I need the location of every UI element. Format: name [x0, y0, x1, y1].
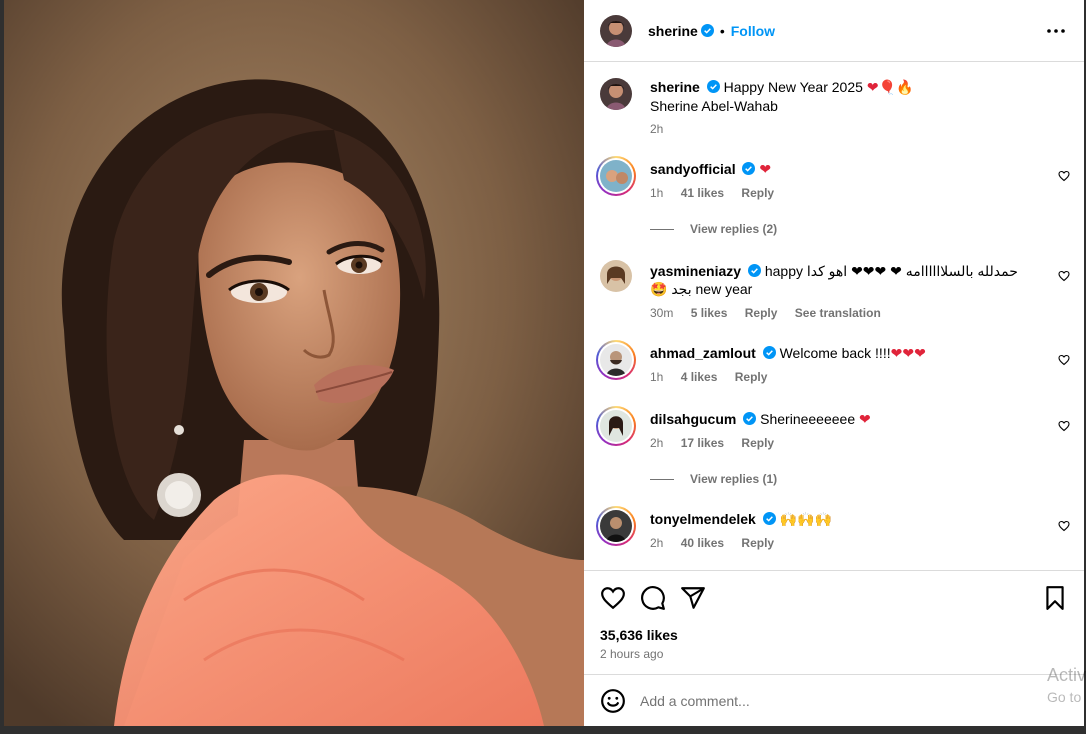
reply-button[interactable]: Reply — [741, 186, 774, 200]
comment-username[interactable]: dilsahgucum — [650, 411, 736, 427]
comment-item: tonyelmendelek 🙌🙌🙌 2h 40 likes Reply — [596, 506, 1084, 550]
reply-button[interactable]: Reply — [745, 306, 778, 320]
comment-avatar[interactable] — [596, 340, 636, 380]
comment-username[interactable]: tonyelmendelek — [650, 511, 756, 527]
like-heart-icon[interactable] — [600, 585, 626, 611]
comment-item: yasmineniazy happy حمدلله بالسلاااااامه … — [600, 260, 1084, 320]
avatar-image — [600, 410, 632, 442]
comment-username[interactable]: yasmineniazy — [650, 263, 741, 279]
comments-list[interactable]: sherine Happy New Year 2025 ❤🎈🔥 Sherine … — [584, 62, 1084, 570]
verified-badge-icon — [706, 80, 720, 93]
portrait-illustration — [4, 0, 584, 726]
verified-badge-icon — [747, 264, 761, 277]
caption-text: Happy New Year 2025 — [723, 79, 863, 95]
comment-bubble-icon[interactable] — [640, 585, 666, 611]
comment-time: 2h — [650, 436, 664, 450]
comment-likes[interactable]: 4 likes — [681, 370, 718, 384]
comment-time: 30m — [650, 306, 674, 320]
comment-time: 1h — [650, 186, 664, 200]
caption-time: 2h — [650, 122, 664, 136]
comment-likes[interactable]: 17 likes — [681, 436, 724, 450]
comment-username[interactable]: ahmad_zamlout — [650, 345, 756, 361]
comment-text: Sherineeeeeee — [760, 411, 856, 427]
avatar-image — [600, 510, 632, 542]
verified-badge-icon — [743, 412, 757, 425]
comment-avatar[interactable] — [596, 406, 636, 446]
post-header: sherine • Follow — [584, 0, 1084, 62]
comment-emoji: ❤ — [859, 412, 871, 428]
follow-button[interactable]: Follow — [731, 23, 775, 39]
verified-badge-icon — [742, 162, 756, 175]
comment-time: 2h — [650, 536, 664, 550]
windows-activation-watermark: Activ Go to — [1047, 664, 1086, 708]
verified-badge-icon — [762, 346, 776, 359]
comment-avatar[interactable] — [600, 260, 632, 292]
avatar-image — [600, 260, 632, 292]
like-comment-heart-icon[interactable] — [1058, 170, 1070, 182]
post-likes-count[interactable]: 35,636 likes — [600, 627, 678, 643]
comment-likes[interactable]: 40 likes — [681, 536, 724, 550]
comment-emoji: ❤ — [759, 162, 772, 178]
reply-button[interactable]: Reply — [735, 370, 768, 384]
like-comment-heart-icon[interactable] — [1058, 270, 1070, 282]
like-comment-heart-icon[interactable] — [1058, 520, 1070, 532]
more-options-icon[interactable] — [1044, 22, 1068, 40]
post-photo[interactable] — [4, 0, 584, 726]
separator-dot: • — [719, 22, 725, 39]
comment-text-ar: حمدلله بالسلاااااامه ❤ ❤❤❤ اهو كدا — [806, 263, 1018, 279]
comment-avatar[interactable] — [596, 506, 636, 546]
like-comment-heart-icon[interactable] — [1058, 420, 1070, 432]
post-actions-bar: 35,636 likes 2 hours ago — [584, 570, 1084, 674]
caption-line2: Sherine Abel-Wahab — [650, 98, 778, 114]
comment-emoji: 🙌🙌🙌 — [779, 512, 832, 528]
avatar[interactable] — [600, 14, 632, 47]
caption-username[interactable]: sherine — [650, 79, 700, 95]
comment-item: sandyofficial ❤ 1h 41 likes Reply — [596, 156, 1084, 200]
reply-button[interactable]: Reply — [741, 536, 774, 550]
save-bookmark-icon[interactable] — [1042, 585, 1068, 611]
watermark-line2: Go to — [1046, 689, 1082, 705]
caption-emojis: ❤🎈🔥 — [866, 80, 914, 96]
reply-button[interactable]: Reply — [741, 436, 774, 450]
emoji-smiley-icon[interactable] — [600, 688, 626, 714]
comment-item: ahmad_zamlout Welcome back !!!!❤❤❤ 1h 4 … — [596, 340, 1084, 384]
post-caption: sherine Happy New Year 2025 ❤🎈🔥 Sherine … — [600, 78, 1084, 138]
add-comment-input[interactable] — [640, 692, 1020, 709]
comment-text-line2: new year — [695, 281, 753, 297]
post-author-username[interactable]: sherine — [648, 23, 698, 39]
avatar-image — [600, 344, 632, 376]
caption-avatar[interactable] — [600, 78, 632, 110]
comment-text-en: happy — [764, 263, 803, 279]
like-comment-heart-icon[interactable] — [1058, 354, 1070, 366]
comment-time: 1h — [650, 370, 664, 384]
comment-avatar[interactable] — [596, 156, 636, 196]
see-translation-button[interactable]: See translation — [795, 306, 881, 320]
share-send-icon[interactable] — [680, 585, 706, 611]
view-replies-button[interactable]: View replies (2) — [650, 222, 777, 236]
comment-text-ar-2: بجد 🤩 — [650, 281, 692, 297]
add-comment-bar — [584, 674, 1084, 726]
avatar-image — [600, 14, 632, 47]
comment-item: dilsahgucum Sherineeeeeee ❤ 2h 17 likes … — [596, 406, 1084, 450]
comment-emoji: ❤❤❤ — [890, 346, 926, 362]
avatar-image — [600, 160, 632, 192]
post-detail-panel: sherine • Follow sherine Happy New Year … — [584, 0, 1084, 726]
view-replies-button[interactable]: View replies (1) — [650, 472, 777, 486]
comment-likes[interactable]: 5 likes — [691, 306, 728, 320]
avatar-image — [600, 78, 632, 110]
watermark-line1: Activ — [1046, 665, 1086, 685]
comment-likes[interactable]: 41 likes — [681, 186, 724, 200]
verified-badge-icon — [762, 512, 776, 525]
post-timestamp: 2 hours ago — [600, 647, 664, 661]
comment-username[interactable]: sandyofficial — [650, 161, 736, 177]
verified-badge-icon — [700, 24, 714, 37]
comment-text: Welcome back !!!! — [779, 345, 891, 361]
window-frame: sherine • Follow sherine Happy New Year … — [0, 0, 1086, 734]
